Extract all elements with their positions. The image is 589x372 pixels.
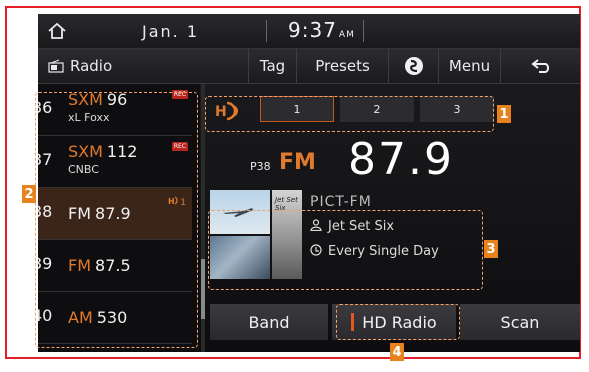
scrollbar-thumb[interactable] bbox=[201, 259, 205, 319]
current-frequency: 87.9 bbox=[348, 134, 454, 185]
preset-indicator: P38 bbox=[250, 160, 271, 173]
band-button[interactable]: Band bbox=[210, 304, 328, 340]
clock: 9:37 AM bbox=[288, 18, 355, 42]
callout-badge-4: 4 bbox=[390, 343, 404, 361]
callout-badge-3: 3 bbox=[484, 240, 498, 258]
callout-area-2 bbox=[35, 92, 198, 348]
radio-icon bbox=[48, 59, 64, 73]
back-icon bbox=[530, 59, 549, 73]
date-display: Jan. 1 bbox=[142, 22, 200, 41]
callout-area-3 bbox=[208, 210, 483, 290]
current-band: FM bbox=[279, 150, 316, 175]
status-bar: Jan. 1 9:37 AM bbox=[38, 14, 580, 49]
ampm: AM bbox=[338, 30, 355, 40]
callout-badge-1: 1 bbox=[497, 105, 511, 123]
back-button[interactable] bbox=[500, 49, 580, 83]
scan-button[interactable]: Scan bbox=[460, 304, 580, 340]
divider bbox=[363, 20, 364, 42]
callout-area-1 bbox=[205, 96, 494, 132]
callout-area-4 bbox=[336, 304, 460, 340]
toolbar: Radio Tag Presets Menu bbox=[38, 49, 580, 84]
page-title-label: Radio bbox=[70, 57, 113, 75]
sound-button[interactable] bbox=[388, 49, 438, 83]
divider bbox=[266, 20, 267, 42]
menu-button[interactable]: Menu bbox=[438, 49, 500, 83]
page-title: Radio bbox=[48, 57, 112, 75]
station-name: PICT-FM bbox=[310, 194, 372, 210]
callout-badge-2: 2 bbox=[22, 185, 36, 203]
tag-button[interactable]: Tag bbox=[248, 49, 296, 83]
time-value: 9:37 bbox=[288, 18, 337, 42]
presets-button[interactable]: Presets bbox=[296, 49, 388, 83]
home-icon[interactable] bbox=[46, 20, 68, 42]
sound-icon bbox=[404, 57, 423, 75]
